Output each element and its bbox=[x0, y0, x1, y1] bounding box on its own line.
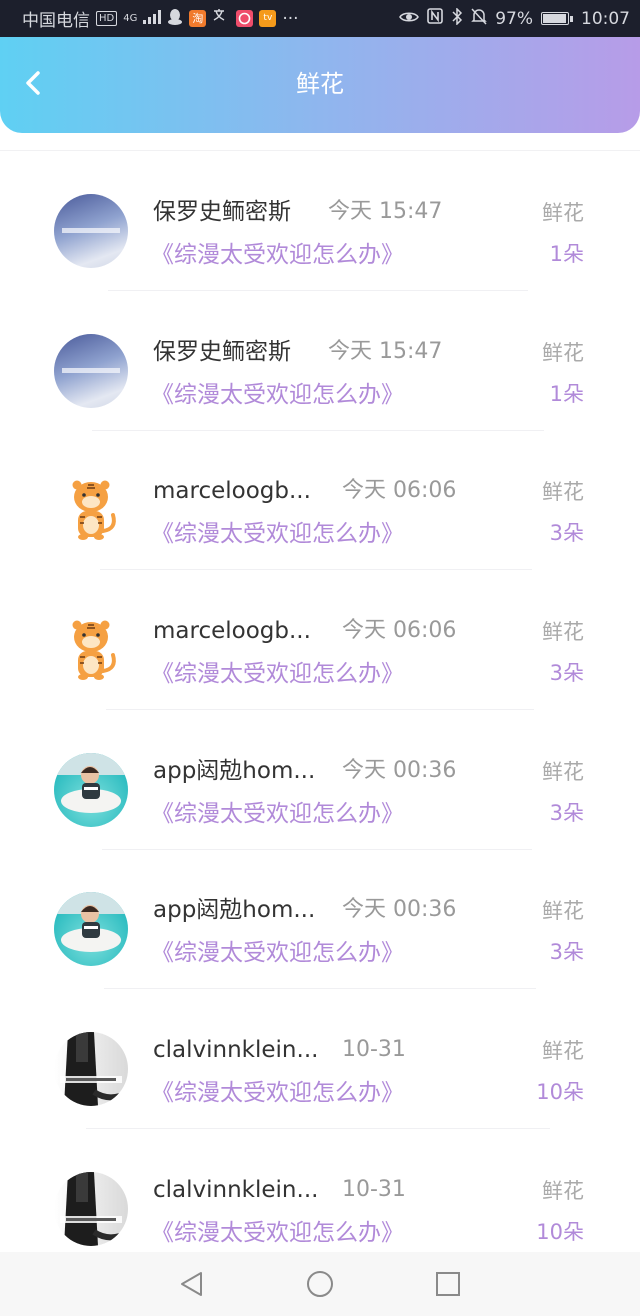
person-photo-avatar-icon bbox=[60, 1171, 122, 1246]
square-recents-icon bbox=[436, 1272, 460, 1296]
list-item[interactable]: marceloogb... 今天 06:06 《综漫太受欢迎怎么办》 鲜花 3朵 bbox=[0, 570, 640, 711]
gift-time: 今天 06:06 bbox=[342, 478, 457, 504]
avatar[interactable] bbox=[54, 752, 128, 827]
network-type: 4G bbox=[123, 13, 138, 24]
gift-type: 鲜花 bbox=[542, 1178, 584, 1203]
user-name: marceloogb... bbox=[153, 478, 311, 505]
list-item[interactable]: clalvinnklein... 10-31 《综漫太受欢迎怎么办》 鲜花 10… bbox=[0, 1129, 640, 1253]
clock: 10:07 bbox=[581, 8, 630, 29]
gift-count: 10朵 bbox=[536, 1080, 584, 1105]
nav-recents-button[interactable] bbox=[433, 1269, 463, 1299]
book-title-link[interactable]: 《综漫太受欢迎怎么办》 bbox=[151, 798, 404, 830]
gift-time: 今天 00:36 bbox=[342, 757, 457, 783]
battery-icon bbox=[541, 12, 573, 25]
nav-back-button[interactable] bbox=[177, 1269, 207, 1299]
bluetooth-icon bbox=[451, 6, 463, 30]
list-item[interactable]: app闼勊hom... 今天 00:36 《综漫太受欢迎怎么办》 鲜花 3朵 bbox=[0, 710, 640, 850]
header-bar: 鲜花 bbox=[0, 37, 640, 133]
gift-count: 3朵 bbox=[549, 521, 584, 546]
tv-app-icon: tv bbox=[259, 10, 277, 27]
book-title-link[interactable]: 《综漫太受欢迎怎么办》 bbox=[151, 1217, 404, 1249]
gift-type: 鲜花 bbox=[542, 1039, 584, 1064]
tiger-avatar-icon bbox=[72, 620, 116, 681]
avatar[interactable] bbox=[54, 613, 128, 688]
hd-badge: HD bbox=[96, 11, 118, 26]
translate-icon bbox=[212, 8, 230, 29]
avatar[interactable] bbox=[54, 333, 128, 408]
triangle-back-icon bbox=[181, 1272, 202, 1296]
gift-time: 今天 00:36 bbox=[342, 897, 457, 923]
gift-type: 鲜花 bbox=[542, 759, 584, 784]
status-left: 中国电信 HD 4G 淘 tv ··· bbox=[22, 6, 399, 31]
flower-record-list: 保罗史鲕密斯 今天 15:47 《综漫太受欢迎怎么办》 鲜花 1朵 保罗史鲕密斯… bbox=[0, 150, 640, 1253]
book-title-link[interactable]: 《综漫太受欢迎怎么办》 bbox=[151, 239, 404, 271]
user-name: app闼勊hom... bbox=[153, 757, 316, 784]
eye-icon bbox=[399, 9, 420, 29]
circle-home-icon bbox=[307, 1271, 333, 1297]
gift-time: 今天 06:06 bbox=[342, 618, 457, 644]
list-item[interactable]: clalvinnklein... 10-31 《综漫太受欢迎怎么办》 鲜花 10… bbox=[0, 989, 640, 1130]
pink-app-icon bbox=[236, 10, 254, 27]
user-name: marceloogb... bbox=[153, 618, 311, 645]
gift-count: 3朵 bbox=[549, 661, 584, 686]
carrier-label: 中国电信 bbox=[22, 11, 90, 31]
list-item[interactable]: 保罗史鲕密斯 今天 15:47 《综漫太受欢迎怎么办》 鲜花 1朵 bbox=[0, 291, 640, 431]
gift-count: 1朵 bbox=[549, 381, 584, 406]
qq-icon bbox=[167, 8, 183, 30]
gift-count: 3朵 bbox=[549, 800, 584, 825]
gift-time: 今天 15:47 bbox=[328, 199, 443, 224]
tiger-avatar-icon bbox=[72, 480, 116, 541]
avatar[interactable] bbox=[54, 194, 128, 268]
system-navigation-bar bbox=[0, 1252, 640, 1316]
book-title-link[interactable]: 《综漫太受欢迎怎么办》 bbox=[151, 518, 404, 550]
avatar[interactable] bbox=[54, 892, 128, 967]
gift-type: 鲜花 bbox=[542, 899, 584, 924]
avatar[interactable] bbox=[54, 1032, 128, 1107]
child-photo-avatar-icon bbox=[54, 892, 128, 953]
user-name: clalvinnklein... bbox=[153, 1176, 319, 1203]
user-name: app闼勊hom... bbox=[153, 897, 316, 924]
child-photo-avatar-icon bbox=[54, 752, 128, 813]
status-right: 97% 10:07 bbox=[399, 6, 630, 30]
book-title-link[interactable]: 《综漫太受欢迎怎么办》 bbox=[151, 937, 404, 969]
user-name: 保罗史鲕密斯 bbox=[153, 338, 291, 365]
user-name: clalvinnklein... bbox=[153, 1037, 319, 1064]
battery-percent: 97% bbox=[495, 8, 533, 29]
gift-time: 今天 15:47 bbox=[328, 338, 443, 364]
book-title-link[interactable]: 《综漫太受欢迎怎么办》 bbox=[151, 658, 404, 690]
book-title-link[interactable]: 《综漫太受欢迎怎么办》 bbox=[151, 379, 404, 411]
list-item[interactable]: 保罗史鲕密斯 今天 15:47 《综漫太受欢迎怎么办》 鲜花 1朵 bbox=[0, 151, 640, 291]
list-item[interactable]: app闼勊hom... 今天 00:36 《综漫太受欢迎怎么办》 鲜花 3朵 bbox=[0, 849, 640, 990]
gift-time: 10-31 bbox=[342, 1176, 406, 1202]
gift-time: 10-31 bbox=[342, 1037, 406, 1063]
mute-bell-icon bbox=[471, 7, 488, 30]
gift-type: 鲜花 bbox=[542, 340, 584, 365]
more-notifications-icon: ··· bbox=[282, 8, 299, 29]
page-title: 鲜花 bbox=[296, 70, 344, 98]
avatar[interactable] bbox=[54, 473, 128, 548]
gift-count: 10朵 bbox=[536, 1219, 584, 1244]
nav-home-button[interactable] bbox=[305, 1269, 335, 1299]
book-title-link[interactable]: 《综漫太受欢迎怎么办》 bbox=[151, 1077, 404, 1109]
list-item[interactable]: marceloogb... 今天 06:06 《综漫太受欢迎怎么办》 鲜花 3朵 bbox=[0, 430, 640, 571]
nfc-icon bbox=[427, 8, 444, 29]
user-name: 保罗史鲕密斯 bbox=[153, 199, 291, 225]
signal-icon bbox=[143, 9, 162, 29]
taobao-app-icon: 淘 bbox=[189, 10, 207, 27]
avatar[interactable] bbox=[54, 1171, 128, 1246]
status-bar: 中国电信 HD 4G 淘 tv ··· 97% 10:07 bbox=[0, 0, 640, 37]
gift-count: 3朵 bbox=[549, 940, 584, 965]
gift-count: 1朵 bbox=[549, 242, 584, 266]
gift-type: 鲜花 bbox=[542, 480, 584, 505]
gift-type: 鲜花 bbox=[542, 620, 584, 645]
person-photo-avatar-icon bbox=[60, 1032, 122, 1107]
gift-type: 鲜花 bbox=[542, 201, 584, 225]
